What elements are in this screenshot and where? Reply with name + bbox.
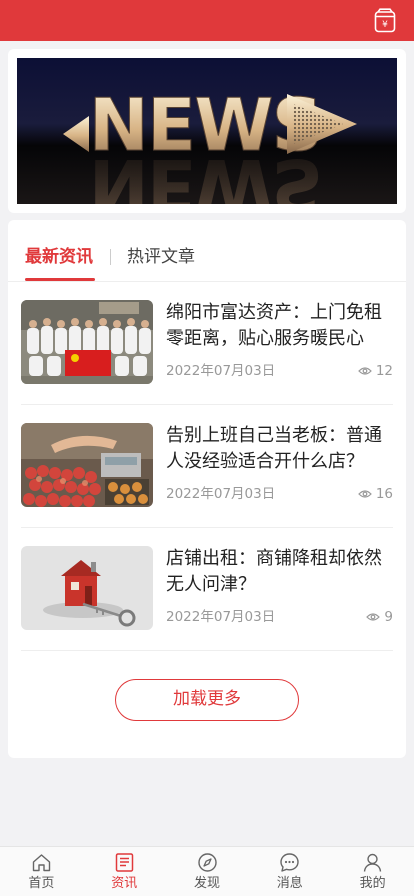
news-banner-graphic: NEWS NEWS	[17, 58, 397, 204]
eye-icon	[357, 490, 372, 498]
article-date: 2022年07月03日	[166, 486, 276, 502]
nav-label-discover: 发现	[193, 876, 220, 891]
nav-item-messages[interactable]: 消息	[248, 847, 331, 896]
nav-label-news: 资讯	[111, 876, 138, 891]
article-views: 9	[366, 608, 393, 626]
nav-label-messages: 消息	[276, 876, 303, 891]
nav-label-profile: 我的	[359, 876, 386, 891]
nav-item-home[interactable]: 首页	[0, 847, 83, 896]
article-title: 绵阳市富达资产：上门免租零距离，贴心服务暖民心	[166, 302, 382, 349]
article-item[interactable]: 告别上班自己当老板：普通人没经验适合开什么店？ 2022年07月03日 16	[21, 405, 393, 528]
article-views: 16	[357, 485, 393, 503]
bottom-nav: 首页 资讯 发现 消息 我的	[0, 846, 414, 896]
article-view-count: 9	[384, 609, 393, 625]
news-icon	[115, 853, 134, 872]
user-icon	[363, 853, 382, 872]
svg-text:¥: ¥	[382, 20, 388, 30]
banner-text-reflection: NEWS	[89, 143, 322, 204]
article-title: 店铺出租：商铺降租却依然无人问津？	[166, 548, 382, 595]
active-tab-indicator	[25, 278, 95, 281]
article-thumbnail-house-key	[21, 546, 153, 630]
article-item[interactable]: 绵阳市富达资产：上门免租零距离，贴心服务暖民心 2022年07月03日 12	[21, 282, 393, 405]
news-list-card: 最新资讯 热评文章 绵阳市富达资产：上门免租零距离，贴心服务暖民心 2022年0…	[8, 220, 406, 758]
wallet-yen-icon[interactable]: ¥	[374, 8, 396, 33]
news-banner[interactable]: NEWS NEWS	[17, 58, 397, 204]
top-bar: ¥	[0, 0, 414, 41]
article-date: 2022年07月03日	[166, 609, 276, 625]
eye-icon	[357, 367, 372, 375]
load-more-button[interactable]: 加载更多	[115, 679, 299, 721]
compass-icon	[197, 853, 217, 872]
article-thumbnail-group-photo	[21, 300, 153, 384]
article-views: 12	[357, 362, 393, 380]
news-tabs: 最新资讯 热评文章	[8, 220, 406, 282]
nav-item-news[interactable]: 资讯	[83, 847, 166, 896]
article-date: 2022年07月03日	[166, 363, 276, 379]
banner-card: NEWS NEWS	[8, 49, 406, 213]
tab-divider	[110, 249, 111, 265]
tab-latest[interactable]: 最新资讯	[25, 246, 93, 268]
article-title: 告别上班自己当老板：普通人没经验适合开什么店？	[166, 425, 382, 472]
home-icon	[32, 854, 51, 872]
article-view-count: 12	[375, 363, 393, 379]
nav-label-home: 首页	[28, 876, 55, 891]
nav-item-discover[interactable]: 发现	[166, 847, 249, 896]
article-thumbnail-fruit-stand	[21, 423, 153, 507]
eye-icon	[366, 613, 381, 621]
article-item[interactable]: 店铺出租：商铺降租却依然无人问津？ 2022年07月03日 9	[21, 528, 393, 651]
tab-hot-comments[interactable]: 热评文章	[127, 246, 195, 268]
nav-item-profile[interactable]: 我的	[331, 847, 414, 896]
message-icon	[280, 853, 300, 872]
article-view-count: 16	[375, 486, 393, 502]
